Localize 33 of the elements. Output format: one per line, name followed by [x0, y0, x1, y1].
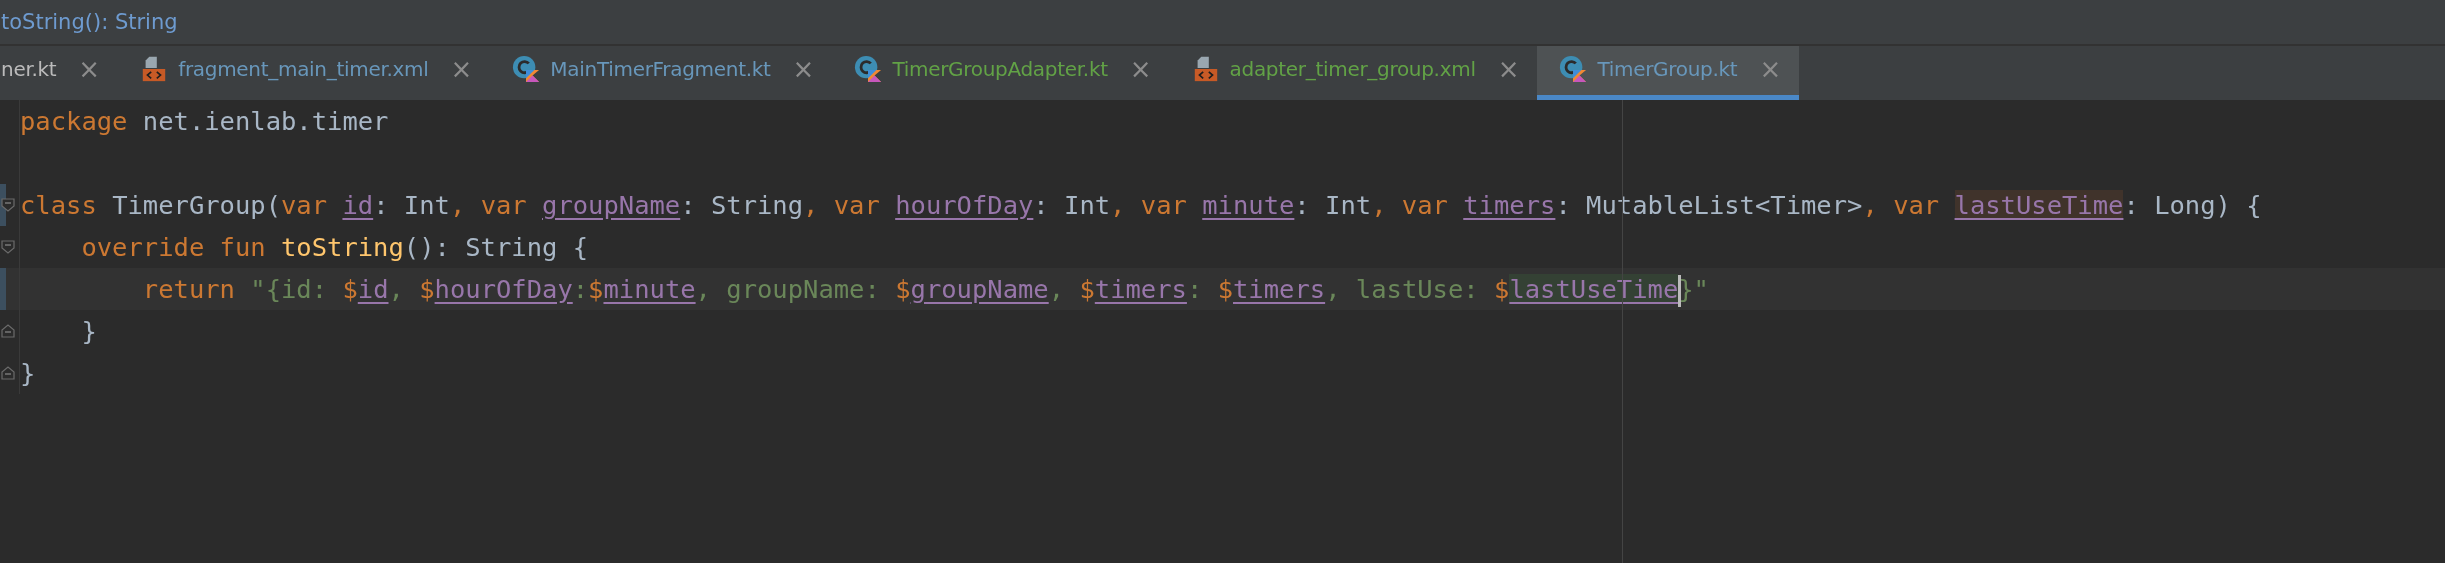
tab-label[interactable]: MainTimerFragment.kt: [550, 56, 771, 81]
tab-label[interactable]: adapter_timer_group.xml: [1229, 56, 1476, 81]
fold-icon[interactable]: [0, 196, 16, 214]
tab-label[interactable]: fragment_main_timer.xml: [178, 56, 429, 81]
editor-tab[interactable]: ner.kt ×: [0, 46, 119, 100]
editor-tab[interactable]: TimerGroup.kt ×: [1537, 46, 1800, 100]
fold-icon[interactable]: [0, 322, 16, 340]
code-line: package net.ienlab.timer: [20, 105, 389, 138]
tab-label[interactable]: TimerGroupAdapter.kt: [892, 56, 1108, 81]
change-marker[interactable]: [0, 268, 6, 310]
code-line: }: [20, 357, 36, 390]
fold-icon[interactable]: [0, 238, 16, 256]
kotlin-class-icon: [512, 54, 541, 83]
tab-label[interactable]: TimerGroup.kt: [1597, 56, 1738, 81]
code-line: class TimerGroup(var id: Int, var groupName: String, var hourOfDay: Int, var minute: Int, var timers: MutableList<Timer>, var lastUseTime: Long) {: [20, 189, 2262, 222]
close-icon[interactable]: ×: [1497, 53, 1520, 84]
close-icon[interactable]: ×: [78, 53, 101, 84]
close-icon[interactable]: ×: [450, 53, 473, 84]
tab-label[interactable]: ner.kt: [1, 56, 57, 81]
editor-tab[interactable]: MainTimerFragment.kt ×: [490, 46, 833, 100]
editor-tab[interactable]: fragment_main_timer.xml ×: [118, 46, 491, 100]
editor-tab[interactable]: TimerGroupAdapter.kt ×: [832, 46, 1170, 100]
breadcrumb[interactable]: toString(): String: [1, 10, 178, 34]
code-line: }: [80, 315, 97, 348]
kotlin-class-icon: [854, 54, 883, 83]
code-line: return "{id: $id, $hourOfDay:$minute, groupName: $groupName, $timers: $timers, lastUse: $lastUseTime}": [20, 268, 1709, 310]
close-icon[interactable]: ×: [1759, 53, 1782, 84]
kotlin-class-icon: [1559, 54, 1588, 83]
close-icon[interactable]: ×: [792, 53, 815, 84]
fold-icon[interactable]: [0, 364, 16, 382]
code-line: override fun toString(): String {: [80, 231, 589, 264]
close-icon[interactable]: ×: [1129, 53, 1152, 84]
editor-tab[interactable]: adapter_timer_group.xml ×: [1169, 46, 1538, 100]
